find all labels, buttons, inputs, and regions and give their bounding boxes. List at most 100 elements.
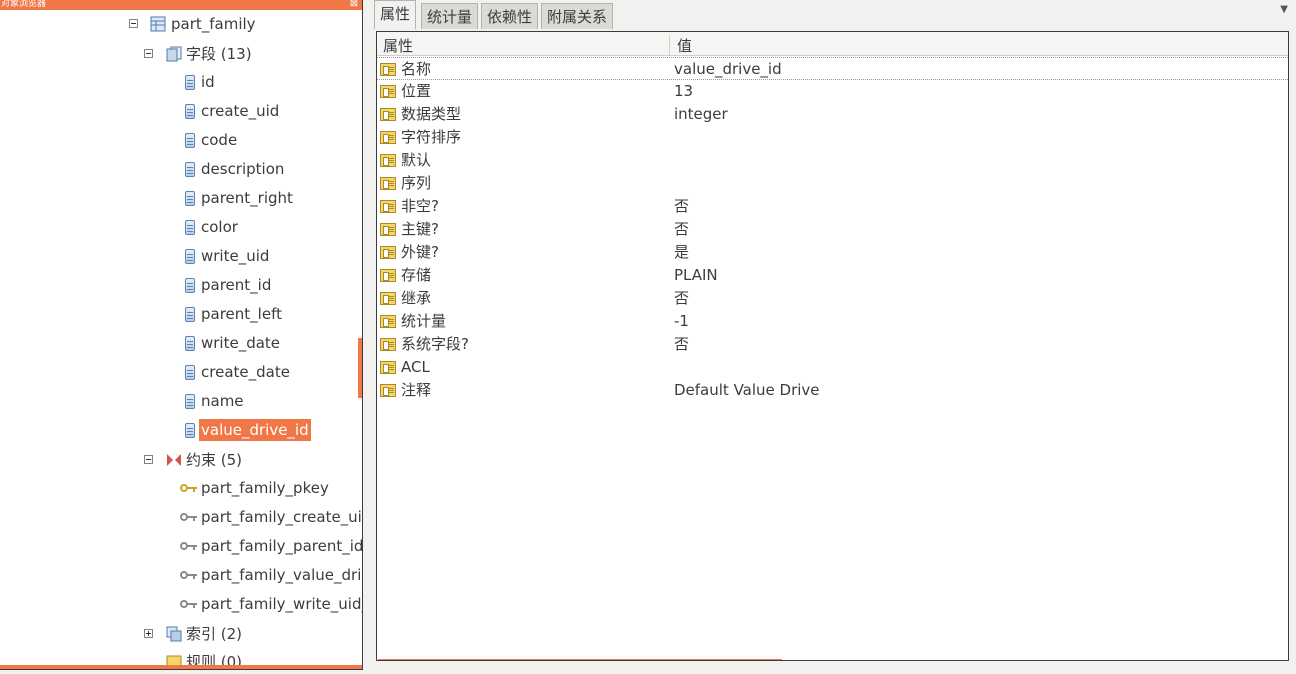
property-row[interactable]: 名称 value_drive_id [377, 57, 1288, 80]
tree-node-columns-group[interactable]: 字段 (13) [0, 43, 360, 65]
close-icon[interactable]: ⊠ [349, 0, 359, 9]
tab-properties[interactable]: 属性 [374, 0, 417, 29]
horizontal-scrollbar[interactable] [378, 659, 782, 660]
column-label: create_date [201, 363, 290, 381]
property-row[interactable]: 存储 PLAIN [377, 264, 1288, 287]
column-label: code [201, 131, 238, 149]
property-row[interactable]: ACL [377, 356, 1288, 379]
property-value: 是 [674, 243, 690, 261]
property-row[interactable]: 系统字段? 否 [377, 333, 1288, 356]
property-row[interactable]: 数据类型 integer [377, 103, 1288, 126]
tree-item-constraint[interactable]: part_family_value_drive [0, 564, 363, 586]
header-property[interactable]: 属性 [383, 35, 413, 56]
property-icon [380, 338, 396, 351]
foreign-key-icon [180, 542, 197, 550]
tree-item-column[interactable]: write_date [0, 332, 360, 354]
collapse-toggle-icon[interactable] [129, 19, 138, 28]
tree-item-column[interactable]: parent_right [0, 187, 360, 209]
column-icon [185, 191, 195, 206]
property-row[interactable]: 外键? 是 [377, 241, 1288, 264]
chevron-down-icon[interactable]: ▼ [1280, 4, 1288, 15]
collapse-toggle-icon[interactable] [144, 455, 153, 464]
constraint-label: part_family_value_drive [201, 566, 363, 584]
column-icon [185, 162, 195, 177]
app-window: 对象浏览器 ⊠ part_family 字段 (13) id create_ui… [0, 0, 1296, 674]
column-icon [185, 75, 195, 90]
tree-item-column[interactable]: description [0, 158, 360, 180]
tree-item-column[interactable]: parent_left [0, 303, 360, 325]
tab-bar: 属性 统计量 依赖性 附属关系 ▼ [370, 0, 1296, 29]
table-name-label: part_family [171, 15, 256, 33]
property-icon [380, 315, 396, 328]
tab-dependencies[interactable]: 依赖性 [481, 3, 539, 29]
property-name: 系统字段? [401, 335, 469, 353]
property-row[interactable]: 字符排序 [377, 126, 1288, 149]
property-icon [380, 361, 396, 374]
foreign-key-icon [180, 513, 197, 521]
property-value: Default Value Drive [674, 381, 820, 399]
property-row[interactable]: 位置 13 [377, 80, 1288, 103]
tree-item-constraint[interactable]: part_family_pkey [0, 477, 360, 499]
tree-item-constraint[interactable]: part_family_parent_id_f [0, 535, 362, 557]
property-row[interactable]: 注释 Default Value Drive [377, 379, 1288, 402]
tree-item-column[interactable]: create_date [0, 361, 360, 383]
header-value[interactable]: 值 [669, 35, 692, 55]
property-value: 否 [674, 335, 690, 353]
column-icon [185, 104, 195, 119]
property-row[interactable]: 统计量 -1 [377, 310, 1288, 333]
tree-item-constraint[interactable]: part_family_create_uid_ [0, 506, 362, 528]
tree-node-indexes-group[interactable]: 索引 (2) [0, 623, 360, 645]
property-icon [380, 154, 396, 167]
tree-item-column[interactable]: name [0, 390, 360, 412]
collapse-toggle-icon[interactable] [144, 49, 153, 58]
tree-item-column[interactable]: write_uid [0, 245, 360, 267]
property-row[interactable]: 非空? 否 [377, 195, 1288, 218]
property-row[interactable]: 继承 否 [377, 287, 1288, 310]
tree-node-table[interactable]: part_family [0, 13, 360, 35]
tree-item-column[interactable]: color [0, 216, 360, 238]
foreign-key-icon [180, 571, 197, 579]
properties-grid: 属性 值 名称 value_drive_id 位置 13 数据类型 integer 字… [376, 31, 1289, 661]
property-value: -1 [674, 312, 689, 330]
tab-dependents[interactable]: 附属关系 [541, 3, 614, 29]
property-icon [380, 384, 396, 397]
tree-item-column[interactable]: code [0, 129, 360, 151]
property-value: 否 [674, 197, 690, 215]
tab-statistics[interactable]: 统计量 [421, 3, 479, 29]
property-name: 存储 [401, 266, 432, 284]
constraints-group-icon [167, 454, 181, 466]
property-row[interactable]: 默认 [377, 149, 1288, 172]
property-name: 注释 [401, 381, 432, 399]
vertical-scrollbar[interactable] [358, 338, 362, 398]
tree-item-column[interactable]: id [0, 71, 360, 93]
column-icon [185, 220, 195, 235]
property-icon [380, 269, 396, 282]
columns-group-label: 字段 (13) [186, 45, 252, 63]
tree-item-column[interactable]: create_uid [0, 100, 360, 122]
tree-node-constraints-group[interactable]: 约束 (5) [0, 449, 360, 471]
indexes-group-icon [166, 626, 182, 642]
property-icon [380, 108, 396, 121]
property-icon [380, 223, 396, 236]
constraint-label: part_family_pkey [201, 479, 329, 497]
property-value: 13 [674, 82, 694, 100]
property-row[interactable]: 序列 [377, 172, 1288, 195]
constraints-group-label: 约束 (5) [186, 451, 243, 469]
columns-group-icon [166, 46, 182, 62]
property-row[interactable]: 主键? 否 [377, 218, 1288, 241]
property-icon [380, 177, 396, 190]
column-label: id [201, 73, 215, 91]
tree-item-column[interactable]: parent_id [0, 274, 360, 296]
column-icon [185, 249, 195, 264]
tree-item-column-selected[interactable]: value_drive_id [0, 419, 360, 441]
expand-toggle-icon[interactable] [144, 629, 153, 638]
object-browser-panel: 对象浏览器 ⊠ part_family 字段 (13) id create_ui… [0, 0, 363, 670]
property-value: value_drive_id [674, 60, 782, 78]
grid-header: 属性 值 [377, 32, 1288, 56]
tree-item-constraint[interactable]: part_family_write_uid_f [0, 593, 362, 615]
primary-key-icon [180, 484, 197, 492]
column-label: color [201, 218, 238, 236]
property-name: 默认 [401, 151, 432, 169]
property-icon [380, 246, 396, 259]
horizontal-scrollbar[interactable] [0, 665, 362, 669]
